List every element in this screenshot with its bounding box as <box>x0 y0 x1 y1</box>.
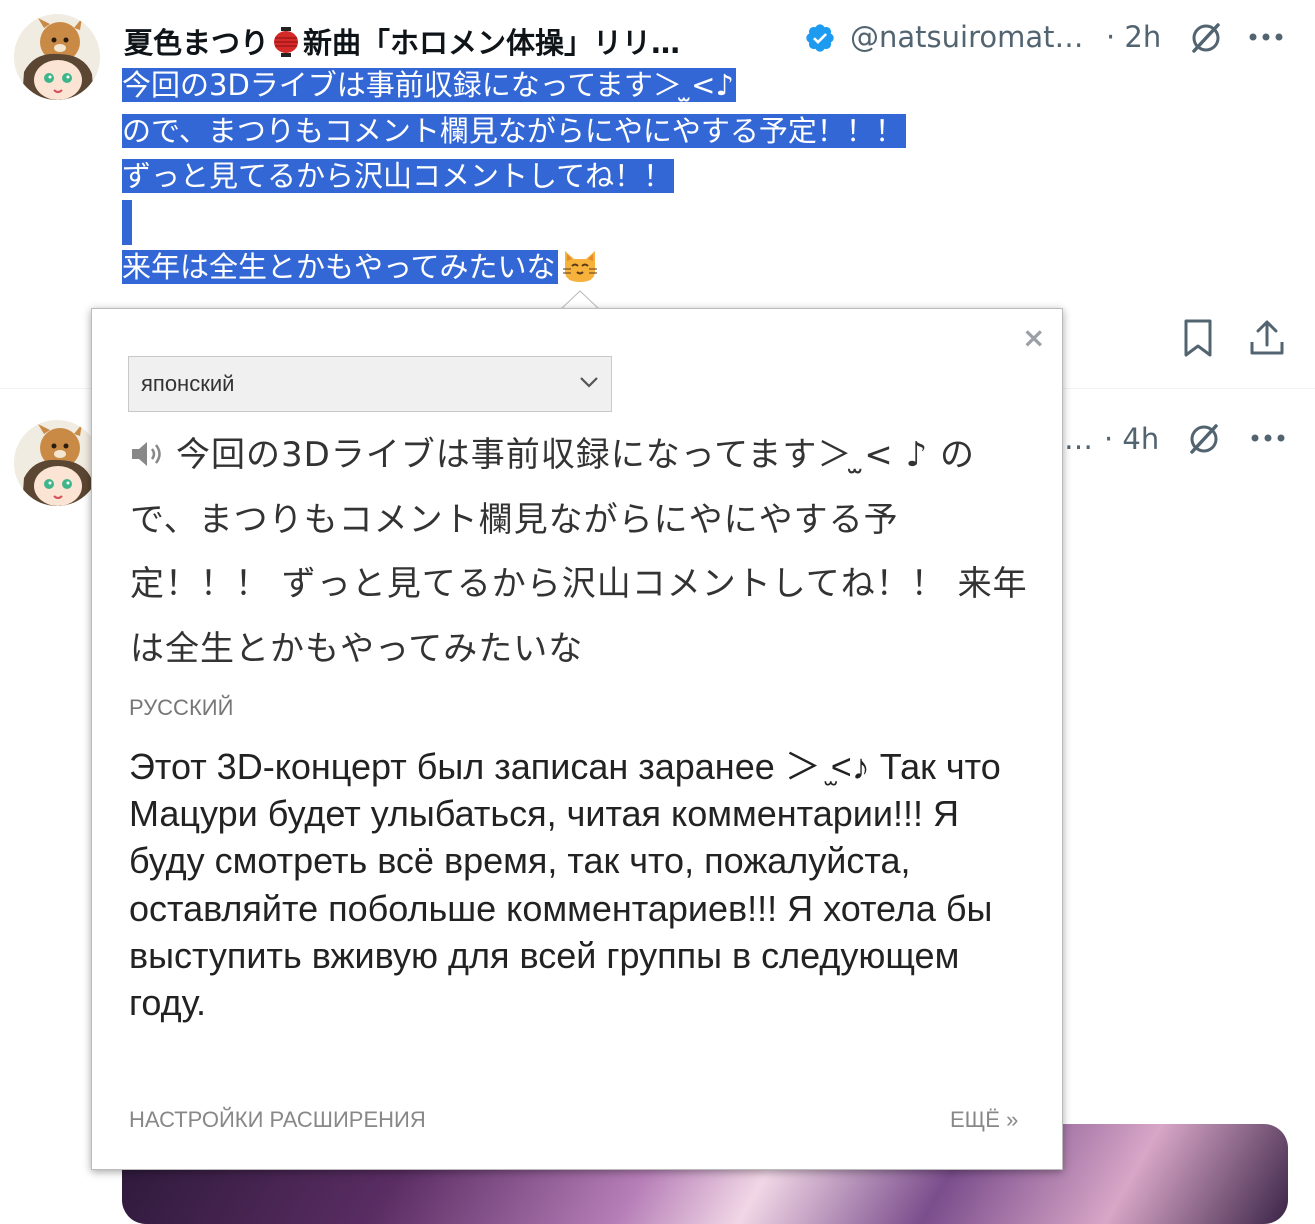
cat-face-emoji-icon <box>560 245 600 285</box>
close-button[interactable]: × <box>1022 324 1045 352</box>
selected-text: ので、まつりもコメント欄見ながらにやにやする予定！！！ <box>122 113 906 148</box>
source-language-select[interactable]: японский <box>128 356 612 412</box>
author-avatar[interactable] <box>14 420 100 506</box>
author-handle[interactable]: … <box>1064 422 1093 456</box>
chevron-down-icon <box>580 377 598 388</box>
extension-settings-link[interactable]: НАСТРОЙКИ РАСШИРЕНИЯ <box>129 1107 426 1133</box>
more-link[interactable]: ЕЩЁ » <box>950 1107 1018 1133</box>
tweet-time[interactable]: · 4h <box>1104 422 1159 456</box>
lantern-emoji-icon <box>273 27 299 57</box>
tweet-text-line: 来年は全生とかもやってみたいな <box>122 245 906 291</box>
author-title-text: 新曲「ホロメン体操」リリ… <box>303 26 681 60</box>
selected-text: ずっと見てるから沢山コメントしてね！！ <box>122 159 675 193</box>
selected-empty-line <box>122 199 132 245</box>
target-language-label: РУССКИЙ <box>129 695 234 720</box>
tweet-time[interactable]: · 2h <box>1106 20 1161 54</box>
author-name-text: 夏色まつり <box>124 26 270 60</box>
author-handle[interactable]: @natsuiromat… <box>850 20 1098 54</box>
selected-text: 今回の3Dライブは事前収録になってます＞ ̫<♪ <box>122 68 736 102</box>
more-options-icon[interactable] <box>1250 433 1286 443</box>
bookmark-icon[interactable] <box>1180 318 1216 358</box>
share-icon[interactable] <box>1248 318 1286 358</box>
tweet-header: 夏色まつり 新曲「ホロメン体操」リリ… @natsuiromat… · 2h <box>124 12 1294 60</box>
speaker-icon[interactable] <box>130 440 164 468</box>
author-name[interactable]: 夏色まつり 新曲「ホロメン体操」リリ… <box>124 20 774 62</box>
tweet-text-line <box>122 199 906 246</box>
tweet-text[interactable]: 今回の3Dライブは事前収録になってます＞ ̫<♪ ので、まつりもコメント欄見なが… <box>122 63 906 291</box>
tweet-text-line: 今回の3Dライブは事前収録になってます＞ ̫<♪ <box>122 63 906 109</box>
grok-icon[interactable] <box>1188 20 1224 56</box>
source-text-content: 今回の3Dライブは事前収録になってます＞ ̫< ♪ ので、まつりもコメント欄見な… <box>130 435 1028 669</box>
grok-icon[interactable] <box>1186 421 1222 457</box>
source-language-label: японский <box>141 371 235 396</box>
selected-text: 来年は全生とかもやってみたいな <box>122 250 558 284</box>
verified-badge-icon <box>806 24 834 52</box>
source-text: 今回の3Dライブは事前収録になってます＞ ̫< ♪ ので、まつりもコメント欄見な… <box>130 423 1030 681</box>
translation-popup: × японский 今回の3Dライブは事前収録になってます＞ ̫< ♪ ので、… <box>91 308 1063 1170</box>
more-options-icon[interactable] <box>1248 32 1284 42</box>
author-avatar[interactable] <box>14 14 100 100</box>
tweet-text-line: ので、まつりもコメント欄見ながらにやにやする予定！！！ <box>122 109 906 155</box>
tweet-text-line: ずっと見てるから沢山コメントしてね！！ <box>122 154 906 200</box>
translation-text: Этот 3D-концерт был записан заранее ＞ ̫<… <box>129 746 1001 1024</box>
